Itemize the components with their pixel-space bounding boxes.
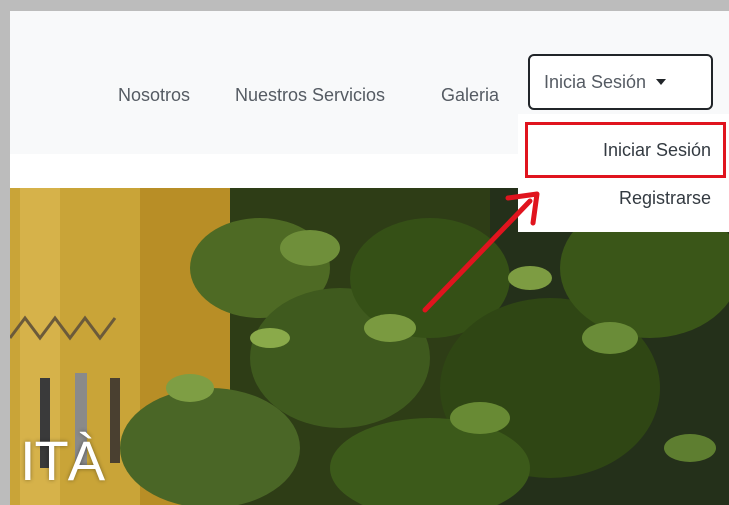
hero-photo	[10, 188, 729, 505]
nav-link-nosotros[interactable]: Nosotros	[118, 85, 190, 106]
caret-down-icon	[656, 79, 667, 85]
window-border-top	[0, 0, 729, 11]
nav-link-nuestros-servicios[interactable]: Nuestros Servicios	[235, 85, 385, 106]
nav-link-galeria[interactable]: Galeria	[441, 85, 499, 106]
annotation-highlight-box	[525, 122, 726, 178]
login-dropdown-toggle[interactable]: Inicia Sesión	[528, 54, 713, 110]
hero-image: ITÀ	[10, 188, 729, 505]
window-border-left	[0, 0, 10, 505]
login-dropdown-label: Inicia Sesión	[544, 71, 647, 92]
hero-title-fragment: ITÀ	[20, 429, 105, 492]
dropdown-item-registrarse[interactable]: Registrarse	[619, 188, 711, 209]
browser-viewport: Nosotros Nuestros Servicios Galeria Inic…	[0, 0, 729, 505]
